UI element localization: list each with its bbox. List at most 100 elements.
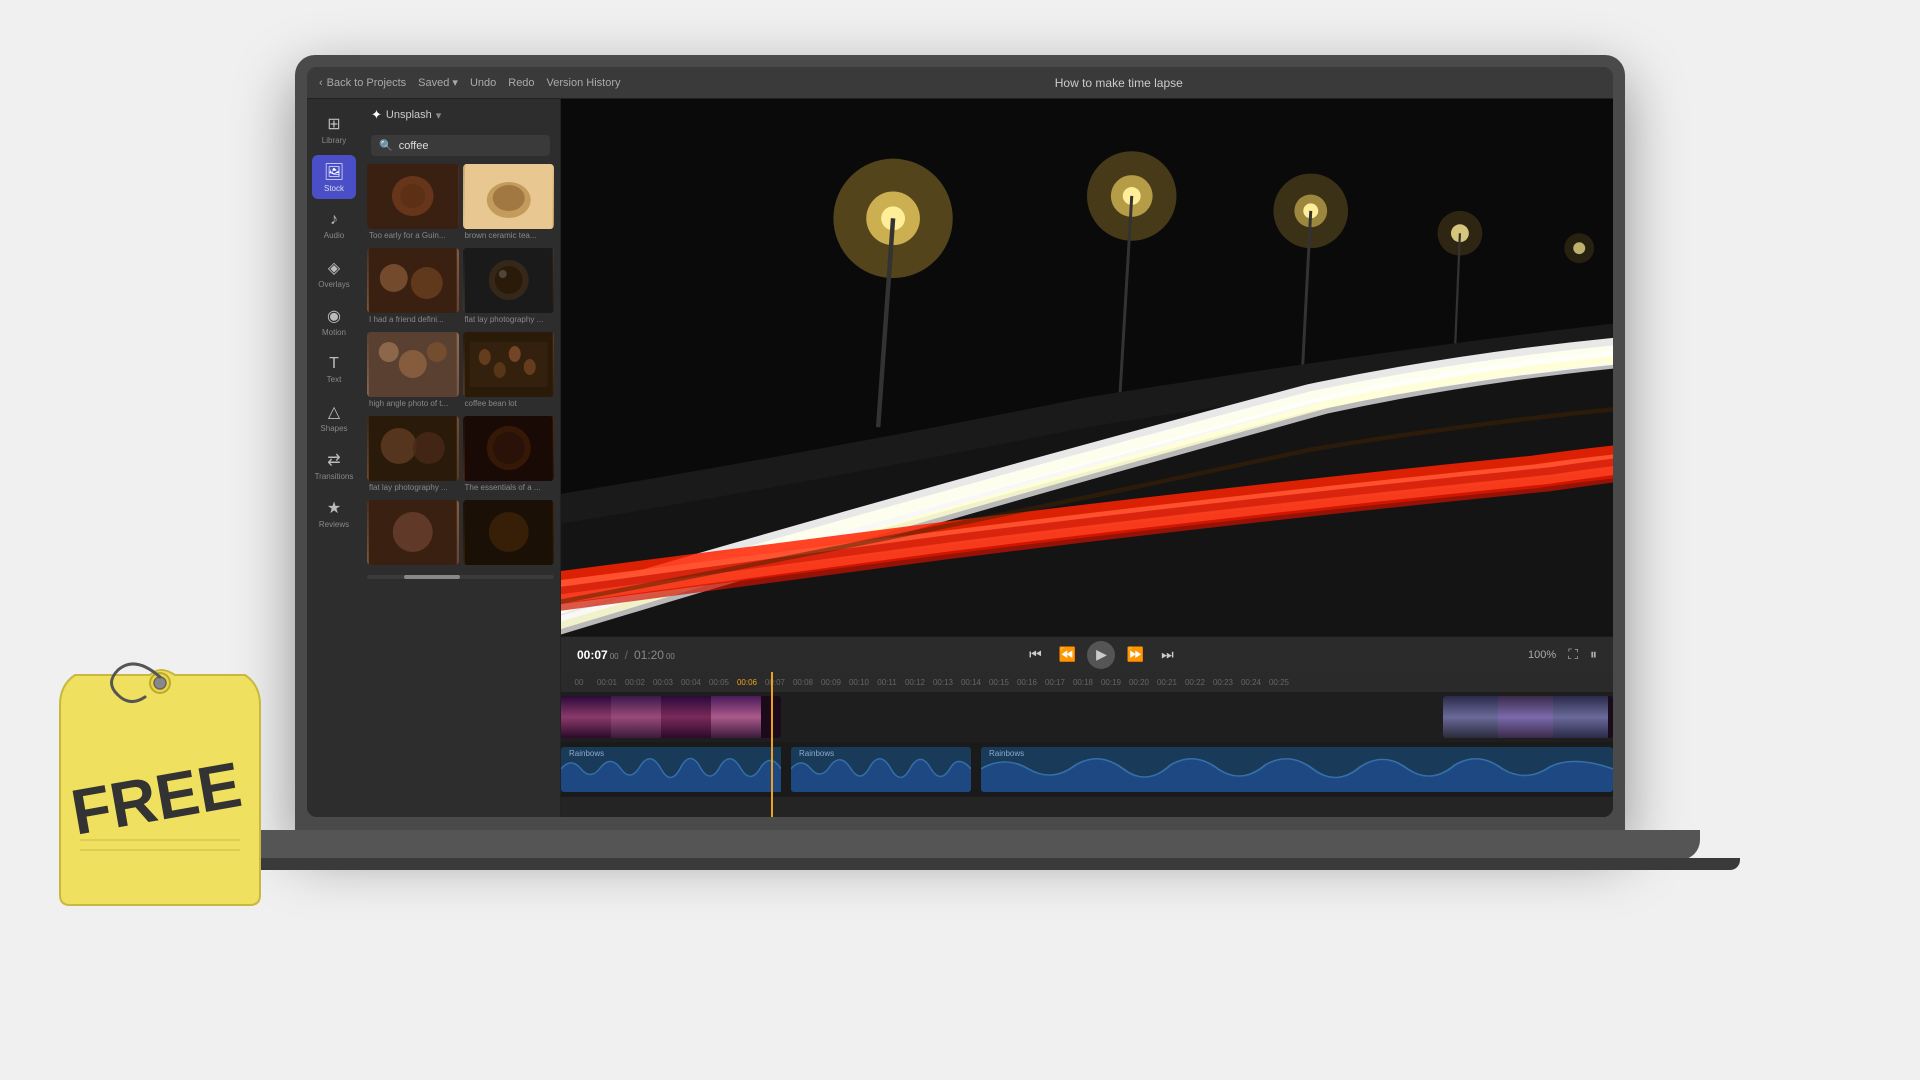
- library-icon: ⊞: [327, 114, 340, 134]
- stock-image-label: brown ceramic tea...: [463, 231, 555, 244]
- stock-image-label: Too early for a Guin...: [367, 231, 459, 244]
- sidebar-item-overlays[interactable]: ◈ Overlays: [312, 251, 356, 295]
- shapes-label: Shapes: [320, 424, 347, 433]
- search-input[interactable]: [399, 140, 542, 152]
- video-clip-thumb: [611, 696, 661, 738]
- reviews-icon: ★: [327, 498, 341, 518]
- list-item[interactable]: [367, 500, 459, 571]
- library-label: Library: [322, 136, 346, 145]
- stock-panel-header: ✦ Unsplash ▾: [361, 99, 560, 131]
- transitions-icon: ⇄: [327, 450, 340, 470]
- app-container: ‹ Back to Projects Saved ▾ Undo Redo Ver…: [307, 67, 1613, 817]
- timeline-ruler: 00 00:01 00:02 00:03 00:04 00:05 00:06 0…: [561, 672, 1613, 692]
- stock-image-label: coffee bean lot: [463, 399, 555, 412]
- search-bar: 🔍: [361, 131, 560, 164]
- pause-record-btn[interactable]: ⏸: [1590, 646, 1597, 663]
- motion-label: Motion: [322, 328, 346, 337]
- stock-image-label: [367, 567, 459, 571]
- list-item[interactable]: flat lay photography ...: [463, 248, 555, 328]
- redo-btn[interactable]: Redo: [508, 77, 534, 89]
- video-preview: [561, 99, 1613, 636]
- list-item[interactable]: coffee bean lot: [463, 332, 555, 412]
- stock-image-thumb: [463, 164, 555, 229]
- stock-image-thumb: [367, 332, 459, 397]
- stock-image-thumb: [367, 500, 459, 565]
- video-clip-thumb: [1443, 696, 1498, 738]
- shapes-icon: △: [328, 402, 340, 422]
- skip-to-end-btn[interactable]: ⏭: [1155, 643, 1179, 667]
- stock-image-thumb: [463, 500, 555, 565]
- scroll-indicator[interactable]: [367, 575, 554, 579]
- stock-image-thumb: [367, 416, 459, 481]
- source-label: Unsplash: [386, 109, 432, 121]
- sidebar-item-stock[interactable]: 🖼 Stock: [312, 155, 356, 199]
- laptop-base: [220, 830, 1700, 860]
- transitions-label: Transitions: [315, 472, 354, 481]
- sidebar-item-audio[interactable]: ♪ Audio: [312, 203, 356, 247]
- list-item[interactable]: Too early for a Guin...: [367, 164, 459, 244]
- laptop-base-bottom: [180, 858, 1740, 870]
- main-content: ⊞ Library 🖼 Stock ♪ Audio ◈: [307, 99, 1613, 817]
- play-btn[interactable]: ▶: [1087, 641, 1115, 669]
- stock-label: Stock: [324, 184, 344, 193]
- back-to-projects-btn[interactable]: ‹ Back to Projects: [319, 77, 406, 89]
- unsplash-source-btn[interactable]: ✦ Unsplash ▾: [371, 107, 441, 123]
- timeline-area: 00 00:01 00:02 00:03 00:04 00:05 00:06 0…: [561, 672, 1613, 817]
- playhead[interactable]: [771, 672, 773, 817]
- free-price-tag: FREE: [30, 645, 310, 925]
- fullscreen-btn[interactable]: ⛶: [1568, 646, 1578, 663]
- night-road-scene: [561, 99, 1613, 636]
- list-item[interactable]: flat lay photography ...: [367, 416, 459, 496]
- scroll-thumb: [404, 575, 460, 579]
- stock-image-thumb: [367, 164, 459, 229]
- search-icon: 🔍: [379, 139, 393, 152]
- total-time: 01:20: [634, 648, 664, 662]
- list-item[interactable]: The essentials of a ...: [463, 416, 555, 496]
- video-clip-thumb: [1553, 696, 1608, 738]
- sidebar-item-shapes[interactable]: △ Shapes: [312, 395, 356, 439]
- fast-forward-btn[interactable]: ⏩: [1123, 643, 1147, 667]
- stock-image-label: I had a friend defini...: [367, 315, 459, 328]
- top-bar: ‹ Back to Projects Saved ▾ Undo Redo Ver…: [307, 67, 1613, 99]
- rewind-btn[interactable]: ⏪: [1055, 643, 1079, 667]
- audio-icon: ♪: [330, 211, 338, 229]
- stock-image-label: The essentials of a ...: [463, 483, 555, 496]
- audio-label: Audio: [324, 231, 344, 240]
- list-item[interactable]: I had a friend defini...: [367, 248, 459, 328]
- stock-image-thumb: [367, 248, 459, 313]
- list-item[interactable]: brown ceramic tea...: [463, 164, 555, 244]
- overlays-label: Overlays: [318, 280, 350, 289]
- sidebar-item-library[interactable]: ⊞ Library: [312, 107, 356, 151]
- video-clip-thumb: [711, 696, 761, 738]
- version-history-btn[interactable]: Version History: [547, 77, 621, 89]
- sidebar-item-transitions[interactable]: ⇄ Transitions: [312, 443, 356, 487]
- stock-image-label: flat lay photography ...: [367, 483, 459, 496]
- stock-image-thumb: [463, 416, 555, 481]
- video-clip-thumb: [1498, 696, 1553, 738]
- text-label: Text: [327, 375, 342, 384]
- saved-btn[interactable]: Saved ▾: [418, 76, 458, 89]
- playback-bar: 00:07 00 / 01:20 00 ⏮ ⏪ ▶ ⏩: [561, 636, 1613, 672]
- video-clip-thumb: [561, 696, 611, 738]
- list-item[interactable]: high angle photo of t...: [367, 332, 459, 412]
- sidebar-item-text[interactable]: T Text: [312, 347, 356, 391]
- time-display: 00:07 00 / 01:20 00: [577, 648, 675, 662]
- preview-area: 00:07 00 / 01:20 00 ⏮ ⏪ ▶ ⏩: [561, 99, 1613, 817]
- stock-icon: 🖼: [324, 162, 344, 182]
- undo-btn[interactable]: Undo: [470, 77, 496, 89]
- total-frames: 00: [666, 652, 675, 661]
- skip-to-start-btn[interactable]: ⏮: [1023, 643, 1047, 667]
- search-input-wrap: 🔍: [371, 135, 550, 156]
- stock-images-grid: Too early for a Guin...: [361, 164, 560, 571]
- text-icon: T: [329, 355, 339, 373]
- list-item[interactable]: [463, 500, 555, 571]
- stock-panel: ✦ Unsplash ▾ 🔍: [361, 99, 561, 817]
- sidebar-item-motion[interactable]: ◉ Motion: [312, 299, 356, 343]
- stock-image-label: high angle photo of t...: [367, 399, 459, 412]
- source-dropdown-icon: ▾: [436, 109, 442, 122]
- playback-controls: ⏮ ⏪ ▶ ⏩ ⏭: [687, 641, 1516, 669]
- video-track: [561, 692, 1613, 742]
- sidebar-item-reviews[interactable]: ★ Reviews: [312, 491, 356, 535]
- project-title: How to make time lapse: [637, 76, 1601, 90]
- back-arrow-icon: ‹: [319, 77, 323, 89]
